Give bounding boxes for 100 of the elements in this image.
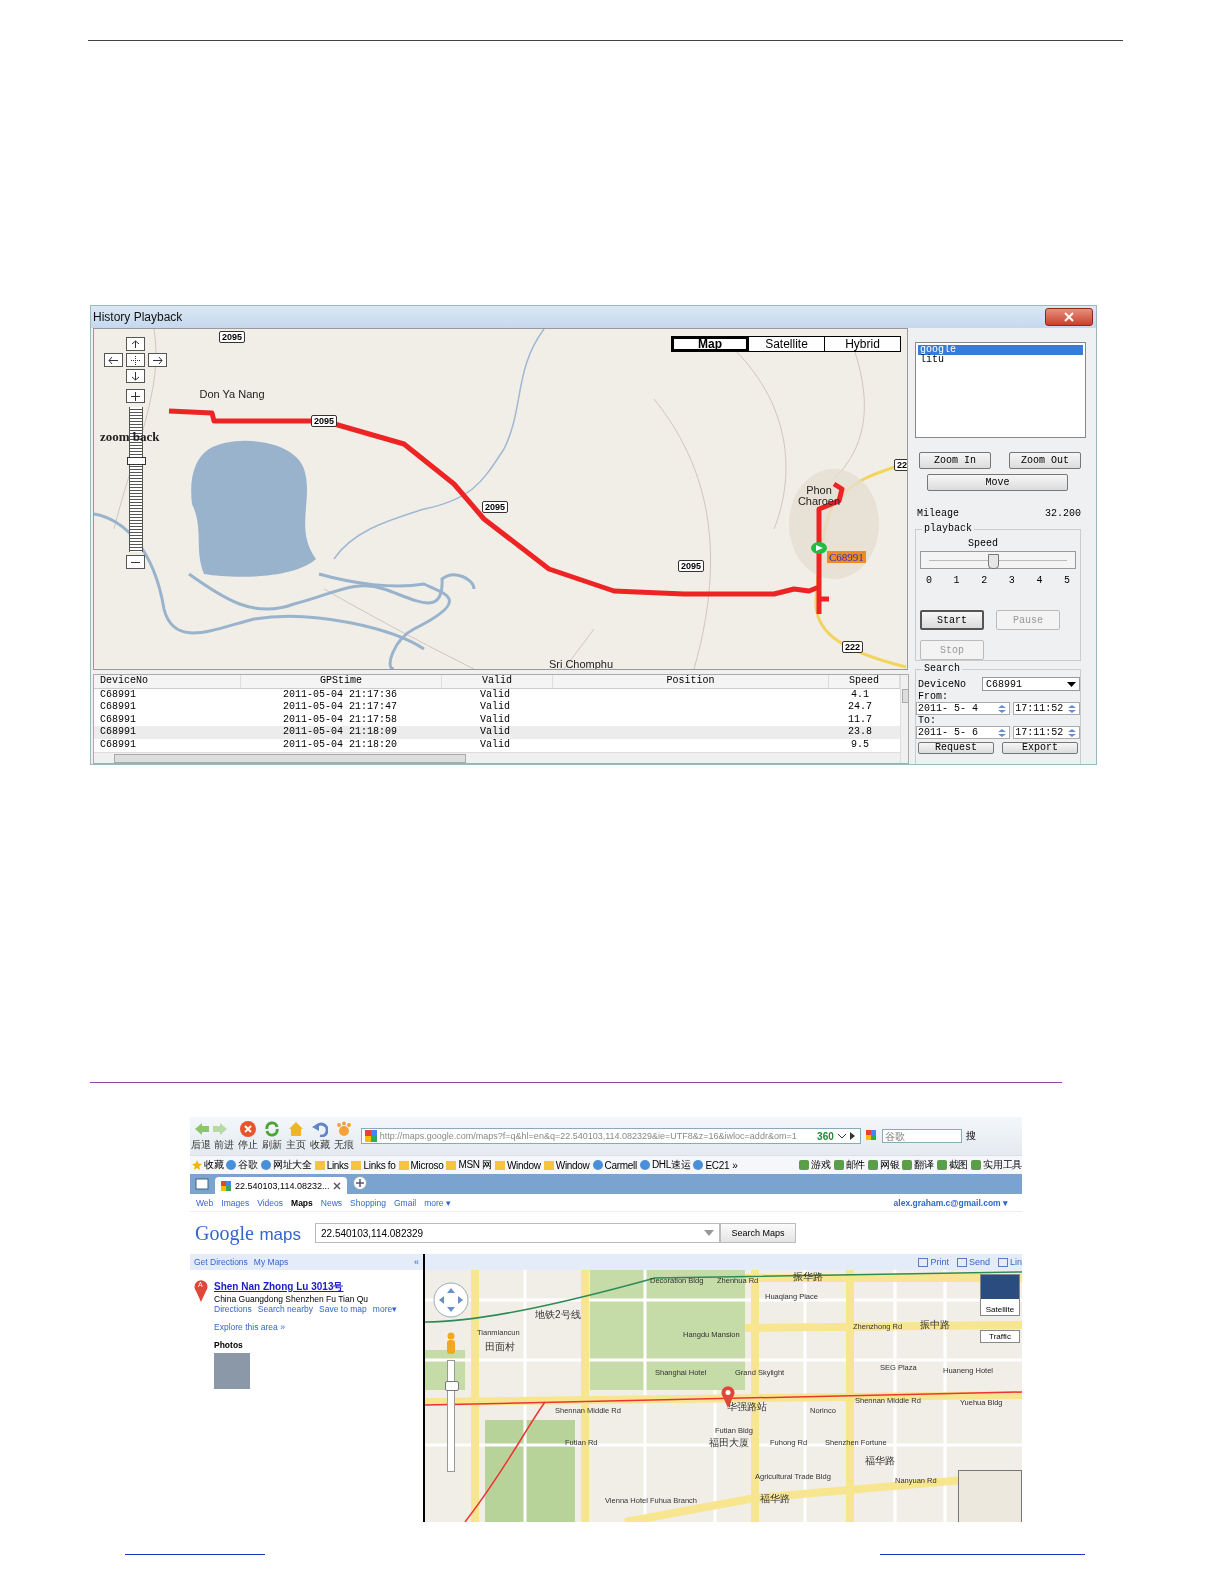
speed-slider[interactable] xyxy=(920,551,1076,569)
search-action-button[interactable]: Request xyxy=(918,742,994,754)
google-nav-link[interactable]: Shopping xyxy=(350,1197,386,1208)
map-type-button[interactable]: Satellite xyxy=(748,337,824,351)
favorite-link[interactable]: EC21 xyxy=(693,1159,730,1171)
address-bar[interactable]: http://maps.google.com/maps?f=q&hl=en&q=22.540103,114.082329&ie=UTF8&z=16&iwloc=addr&om=1 360 xyxy=(360,1128,861,1144)
collapse-button[interactable]: « xyxy=(414,1257,419,1267)
table-row[interactable]: C68991 2011-05-04 21:17:47 Valid 24.7 xyxy=(94,701,900,714)
zoom-slider-thumb[interactable] xyxy=(445,1381,459,1391)
browser-nav-button[interactable]: 收藏 xyxy=(308,1120,331,1152)
favorite-link[interactable]: MSN 网 xyxy=(446,1158,492,1172)
close-icon[interactable] xyxy=(333,1181,342,1190)
zoom-in-button[interactable] xyxy=(126,389,145,403)
from-time-field[interactable]: 17:11:52 xyxy=(1013,702,1080,715)
column-header[interactable]: Valid xyxy=(442,675,553,688)
google-maps-logo[interactable]: Google maps xyxy=(195,1221,302,1245)
dropdown-go-icon[interactable] xyxy=(836,1130,857,1142)
result-link[interactable]: more▾ xyxy=(372,1304,398,1314)
panel-tab[interactable]: My Maps xyxy=(253,1257,289,1267)
google-nav-link[interactable]: Gmail xyxy=(393,1197,417,1208)
result-link[interactable]: Save to map xyxy=(319,1304,367,1314)
column-header[interactable]: Position xyxy=(553,675,829,688)
explore-link[interactable]: Explore this area » xyxy=(190,1314,423,1332)
browser-nav-button[interactable]: 无痕 xyxy=(332,1120,355,1152)
google-nav-link[interactable]: Videos xyxy=(257,1197,284,1208)
result-link[interactable]: Search nearby xyxy=(257,1304,314,1314)
search-field[interactable]: 22.540103,114.082329 xyxy=(315,1223,721,1243)
browser-tab[interactable]: 22.540103,114.08232... xyxy=(215,1177,348,1194)
map-layer-button[interactable]: Traffic xyxy=(980,1330,1020,1343)
result-link[interactable]: Directions xyxy=(214,1304,252,1314)
map-action-link[interactable]: Lin xyxy=(998,1257,1022,1267)
map-type-button[interactable]: Hybrid xyxy=(824,337,900,351)
toolbar-tool[interactable]: 网银 xyxy=(867,1158,900,1172)
pan-right-button[interactable] xyxy=(148,353,167,367)
panel-tab[interactable]: Get Directions xyxy=(194,1257,248,1267)
map-source-item[interactable]: litu xyxy=(918,355,1083,365)
search-action-button[interactable]: Export xyxy=(1002,742,1078,754)
favorite-link[interactable]: 网址大全 xyxy=(260,1158,312,1172)
pan-up-button[interactable] xyxy=(126,337,145,351)
search-maps-button[interactable]: Search Maps xyxy=(720,1223,797,1243)
google-nav-link[interactable]: Maps xyxy=(291,1197,313,1208)
favorite-link[interactable]: Links fo xyxy=(351,1159,396,1171)
favorite-link[interactable]: Window xyxy=(543,1159,590,1171)
pan-down-button[interactable] xyxy=(126,369,145,383)
pan-control-icon[interactable] xyxy=(433,1282,469,1318)
favorite-link[interactable]: Microso xyxy=(398,1159,444,1171)
zoom-out-button[interactable] xyxy=(126,555,145,569)
browser-search-field[interactable]: 谷歌 xyxy=(881,1129,962,1143)
favorite-link[interactable]: 谷歌 xyxy=(226,1158,258,1172)
google-nav-link[interactable]: more ▾ xyxy=(424,1197,451,1208)
toolbar-tool[interactable]: 邮件 xyxy=(833,1158,865,1172)
map-action-link[interactable]: Print xyxy=(918,1257,949,1267)
playback-button[interactable]: Start xyxy=(920,610,984,630)
browser-nav-button[interactable]: 主页 xyxy=(284,1120,307,1152)
favorite-link[interactable]: Carmell xyxy=(592,1159,637,1171)
pan-left-button[interactable] xyxy=(104,353,123,367)
close-button[interactable] xyxy=(1045,308,1093,326)
favorite-link[interactable]: DHL速运 xyxy=(639,1158,691,1172)
column-header[interactable]: DeviceNo xyxy=(94,675,241,688)
google-nav-link[interactable]: Images xyxy=(221,1197,250,1208)
map-layer-button[interactable]: Satellite xyxy=(980,1274,1020,1316)
new-tab-icon[interactable] xyxy=(353,1176,368,1190)
browser-search-button[interactable]: 搜 xyxy=(963,1129,978,1143)
to-time-field[interactable]: 17:11:52 xyxy=(1013,726,1080,739)
column-header[interactable]: GPStime xyxy=(241,675,442,688)
map-type-button[interactable]: Map xyxy=(672,337,748,351)
table-row[interactable]: C68991 2011-05-04 21:18:09 Valid 23.8 xyxy=(94,726,900,739)
result-title-link[interactable]: Shen Nan Zhong Lu 3013号 xyxy=(214,1280,398,1294)
toolbar-tool[interactable]: 实用工具 xyxy=(971,1158,1022,1172)
favorite-link[interactable]: Window xyxy=(495,1159,541,1171)
map-action-link[interactable]: Send xyxy=(956,1257,990,1267)
overview-map[interactable] xyxy=(958,1470,1022,1522)
speed-slider-thumb[interactable] xyxy=(988,554,1000,569)
toolbar-tool[interactable]: 游戏 xyxy=(799,1158,831,1172)
map-source-item[interactable]: google xyxy=(918,345,1083,355)
google-nav-link[interactable]: Web xyxy=(196,1197,214,1208)
browser-nav-button[interactable]: 停止 xyxy=(236,1120,259,1152)
move-button[interactable]: Move xyxy=(927,474,1068,491)
to-date-field[interactable]: 2011- 5- 6 xyxy=(916,726,1011,739)
zoom-slider-thumb[interactable] xyxy=(127,456,146,465)
toolbar-tool[interactable]: 截图 xyxy=(936,1158,969,1172)
table-row[interactable]: C68991 2011-05-04 21:17:58 Valid 11.7 xyxy=(94,713,900,726)
zoom-in-button[interactable]: Zoom In xyxy=(919,452,991,469)
horizontal-scrollbar[interactable] xyxy=(94,752,900,763)
account-link[interactable]: alex.graham.c@gmail.com ▾ xyxy=(893,1197,1008,1208)
device-dropdown[interactable]: C68991 xyxy=(982,677,1080,691)
browser-nav-button[interactable]: 刷新 xyxy=(260,1120,283,1152)
table-row[interactable]: C68991 2011-05-04 21:17:36 Valid 4.1 xyxy=(94,688,900,701)
vertical-scrollbar[interactable] xyxy=(900,675,908,763)
browser-nav-button[interactable]: 后退 前进 xyxy=(190,1120,235,1152)
favorite-link[interactable]: 收藏 xyxy=(192,1158,224,1172)
table-row[interactable]: C68991 2011-05-04 21:18:20 Valid 9.5 xyxy=(94,738,900,751)
center-button[interactable] xyxy=(126,353,145,367)
toolbar-tool[interactable]: 翻译 xyxy=(902,1158,934,1172)
favorite-link[interactable]: » xyxy=(732,1159,738,1171)
window-icon[interactable] xyxy=(195,1178,209,1190)
google-nav-link[interactable]: News xyxy=(320,1197,343,1208)
from-date-field[interactable]: 2011- 5- 4 xyxy=(916,702,1011,715)
favorite-link[interactable]: Links xyxy=(314,1159,349,1171)
zoom-out-button[interactable]: Zoom Out xyxy=(1009,452,1081,469)
